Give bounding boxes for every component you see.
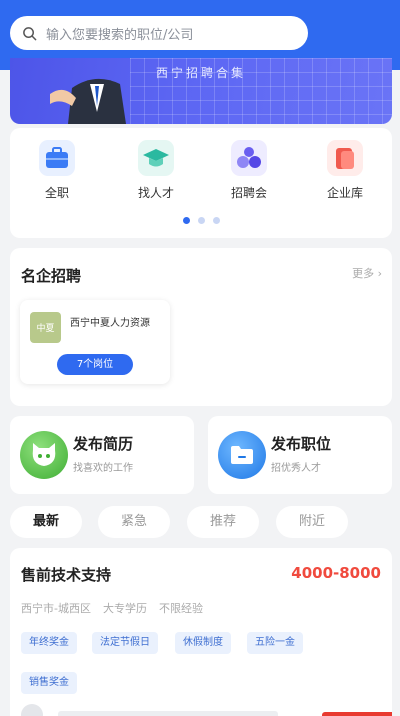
next-job-avatar [21,704,43,716]
publish-resume-subtitle: 找喜欢的工作 [73,463,133,474]
next-job-title-placeholder [58,711,278,716]
job-meta: 西宁市-城西区 大专学历 不限经验 [21,600,203,616]
nav-label: 企业库 [326,186,363,200]
company-item[interactable]: 中夏 西宁中夏人力资源 7个岗位 [20,300,170,384]
job-tag: 销售奖金 [21,672,77,694]
publish-job-title: 发布职位 [271,435,332,453]
tab-latest[interactable]: 最新 [10,506,82,538]
next-job-salary-placeholder [322,712,392,716]
banner-person-illustration [50,78,126,124]
building-icon [327,140,363,176]
cat-face-icon [20,431,68,479]
publish-resume-card[interactable]: 发布简历 找喜欢的工作 [10,416,194,494]
page-indicator [10,217,392,224]
nav-item-fulltime[interactable]: 全职 [22,140,92,201]
page-dot[interactable] [212,217,220,224]
company-logo: 中夏 [30,312,61,343]
job-location: 西宁市-城西区 [21,602,91,615]
search-placeholder: 输入您要搜索的职位/公司 [46,27,194,43]
publish-job-subtitle: 招优秀人才 [271,463,321,474]
people-icon [231,140,267,176]
job-card[interactable]: 售前技术支持 4000-8000 西宁市-城西区 大专学历 不限经验 年终奖金 … [10,548,392,716]
job-tag: 年终奖金 [21,632,77,654]
page-dot[interactable] [197,217,205,224]
nav-item-job-fair[interactable]: 招聘会 [214,140,284,201]
featured-companies: 名企招聘 更多 › 中夏 西宁中夏人力资源 7个岗位 [10,248,392,406]
job-tag: 休假制度 [175,632,231,654]
tab-urgent[interactable]: 紧急 [98,506,170,538]
nav-item-companies[interactable]: 企业库 [310,140,380,201]
quick-nav: 全职 找人才 招聘会 企业库 [10,128,392,238]
publish-resume-title: 发布简历 [73,435,134,453]
page-dot-active[interactable] [182,217,190,224]
briefcase-icon [39,140,75,176]
tab-recommended[interactable]: 推荐 [187,506,259,538]
company-name: 西宁中夏人力资源 [70,318,150,329]
search-icon [23,26,37,40]
section-title: 名企招聘 [21,267,82,285]
banner-title: 西宁招聘合集 [156,66,247,80]
folder-icon [218,431,266,479]
more-link[interactable]: 更多 › [352,265,382,281]
company-jobs-button[interactable]: 7个岗位 [57,354,133,375]
more-label: 更多 [352,267,375,280]
search-input[interactable]: 输入您要搜索的职位/公司 [10,16,308,50]
nav-label: 全职 [44,186,69,200]
chevron-right-icon: › [377,267,382,280]
tab-nearby[interactable]: 附近 [276,506,348,538]
nav-label: 招聘会 [230,186,267,200]
job-title: 售前技术支持 [21,566,112,584]
job-tag: 五险一金 [247,632,303,654]
graduation-cap-icon [138,140,174,176]
nav-item-talent[interactable]: 找人才 [121,140,191,201]
nav-label: 找人才 [137,186,174,200]
job-tag: 法定节假日 [92,632,158,654]
banner[interactable]: 西宁招聘合集 [10,58,392,124]
publish-job-card[interactable]: 发布职位 招优秀人才 [208,416,392,494]
job-salary: 4000-8000 [291,564,381,582]
job-education: 大专学历 [102,602,147,615]
job-experience: 不限经验 [158,602,203,615]
